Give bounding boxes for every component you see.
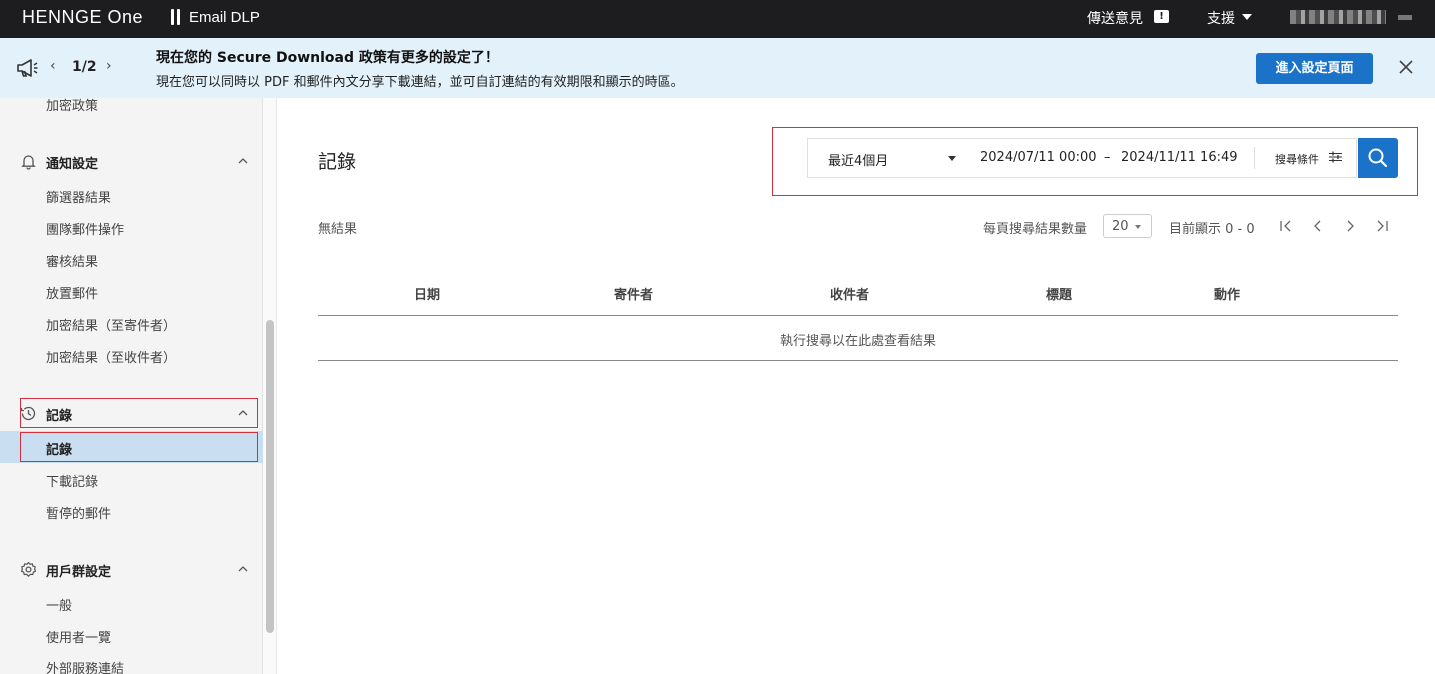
product-divider-icon [171,9,181,25]
announcement-title: 現在您的 Secure Download 政策有更多的設定了！ [156,50,499,66]
sidebar-item-suspended-mail[interactable]: 暫停的郵件 [46,503,111,522]
close-icon[interactable] [1396,57,1416,77]
search-button[interactable] [1358,138,1398,178]
announcement-text: 現在您可以同時以 PDF 和郵件內文分享下載連結，並可自訂連結的有效期限和顯示的… [156,75,684,90]
table-bottom-divider [318,360,1398,361]
chevron-up-icon[interactable] [236,406,250,420]
feedback-button[interactable]: 傳送意見 [1087,8,1143,28]
announcement-banner: ‹ 1/2 › 現在您的 Secure Download 政策有更多的設定了！ … [0,38,1435,98]
chevron-up-icon[interactable] [236,562,250,576]
column-header-sender[interactable]: 寄件者 [614,284,653,303]
column-header-action[interactable]: 動作 [1214,284,1240,303]
showing-range: 目前顯示 0 - 0 [1169,222,1255,237]
sidebar-item-filter-results[interactable]: 篩選器結果 [46,187,111,206]
sidebar [0,98,263,674]
user-account-extra[interactable] [1398,15,1412,20]
page-title: 記錄 [318,151,357,173]
search-conditions-button[interactable]: 搜尋條件 [1275,151,1319,167]
announcement-prev-button[interactable]: ‹ [50,58,56,74]
caret-down-icon[interactable] [1242,14,1252,20]
go-to-settings-button[interactable]: 進入設定頁面 [1256,53,1373,84]
sidebar-item-encrypt-recipient[interactable]: 加密結果（至收件者） [46,347,176,366]
sidebar-item-logs[interactable]: 記錄 [46,439,72,458]
user-account-menu[interactable] [1290,10,1386,24]
sidebar-item-user-list[interactable]: 使用者一覽 [46,627,111,646]
per-page-value[interactable]: 20 [1112,219,1129,234]
caret-down-icon[interactable] [948,156,956,161]
column-header-subject[interactable]: 標題 [1046,284,1072,303]
brand-logo[interactable]: HENNGE One [22,7,143,28]
column-header-recipient[interactable]: 收件者 [830,284,869,303]
sidebar-scrollbar[interactable] [266,320,274,633]
announcement-page-indicator: 1/2 [72,59,97,75]
next-page-icon[interactable] [1342,218,1358,234]
period-select[interactable]: 最近4個月 [828,150,888,169]
prev-page-icon[interactable] [1310,218,1326,234]
sidebar-item-held-mail[interactable]: 放置郵件 [46,283,98,302]
megaphone-icon [17,59,38,77]
sidebar-item-encrypt-sender[interactable]: 加密結果（至寄件者） [46,315,176,334]
date-from-input[interactable]: 2024/07/11 00:00 [980,150,1097,165]
sidebar-section-logs[interactable]: 記錄 [46,405,72,424]
sidebar-item-team-mail-ops[interactable]: 團隊郵件操作 [46,219,124,238]
per-page-label: 每頁搜尋結果數量 [983,222,1088,237]
date-range-separator: – [1104,150,1111,165]
gear-icon [20,561,37,577]
sidebar-item-general[interactable]: 一般 [46,595,72,614]
sidebar-section-tenant-settings[interactable]: 用戶群設定 [46,561,111,580]
support-menu[interactable]: 支援 [1207,8,1235,28]
filter-sliders-icon[interactable] [1329,151,1342,163]
announcement-next-button[interactable]: › [106,58,112,74]
first-page-icon[interactable] [1278,218,1294,234]
date-to-input[interactable]: 2024/11/11 16:49 [1121,150,1238,165]
chevron-up-icon[interactable] [236,154,250,168]
bell-icon [21,155,36,170]
column-header-date[interactable]: 日期 [414,284,440,303]
last-page-icon[interactable] [1374,218,1390,234]
divider [1254,147,1255,169]
sidebar-item-external-services[interactable]: 外部服務連結 [46,658,124,674]
caret-down-icon[interactable] [1135,225,1141,229]
sidebar-item-review-results[interactable]: 審核結果 [46,251,98,270]
table-empty-message: 執行搜尋以在此處查看結果 [779,334,936,349]
product-name: Email DLP [189,9,260,26]
sidebar-item-download-logs[interactable]: 下載記錄 [46,471,98,490]
search-icon [1368,148,1388,168]
top-bar: HENNGE One Email DLP 傳送意見 ! 支援 [0,0,1435,38]
history-icon [20,406,36,421]
table-header-divider [318,315,1398,316]
sidebar-item-encryption-policy[interactable]: 加密政策 [46,95,98,114]
feedback-icon[interactable]: ! [1154,10,1169,23]
sidebar-section-notifications[interactable]: 通知設定 [46,153,98,172]
result-status: 無結果 [318,222,358,237]
